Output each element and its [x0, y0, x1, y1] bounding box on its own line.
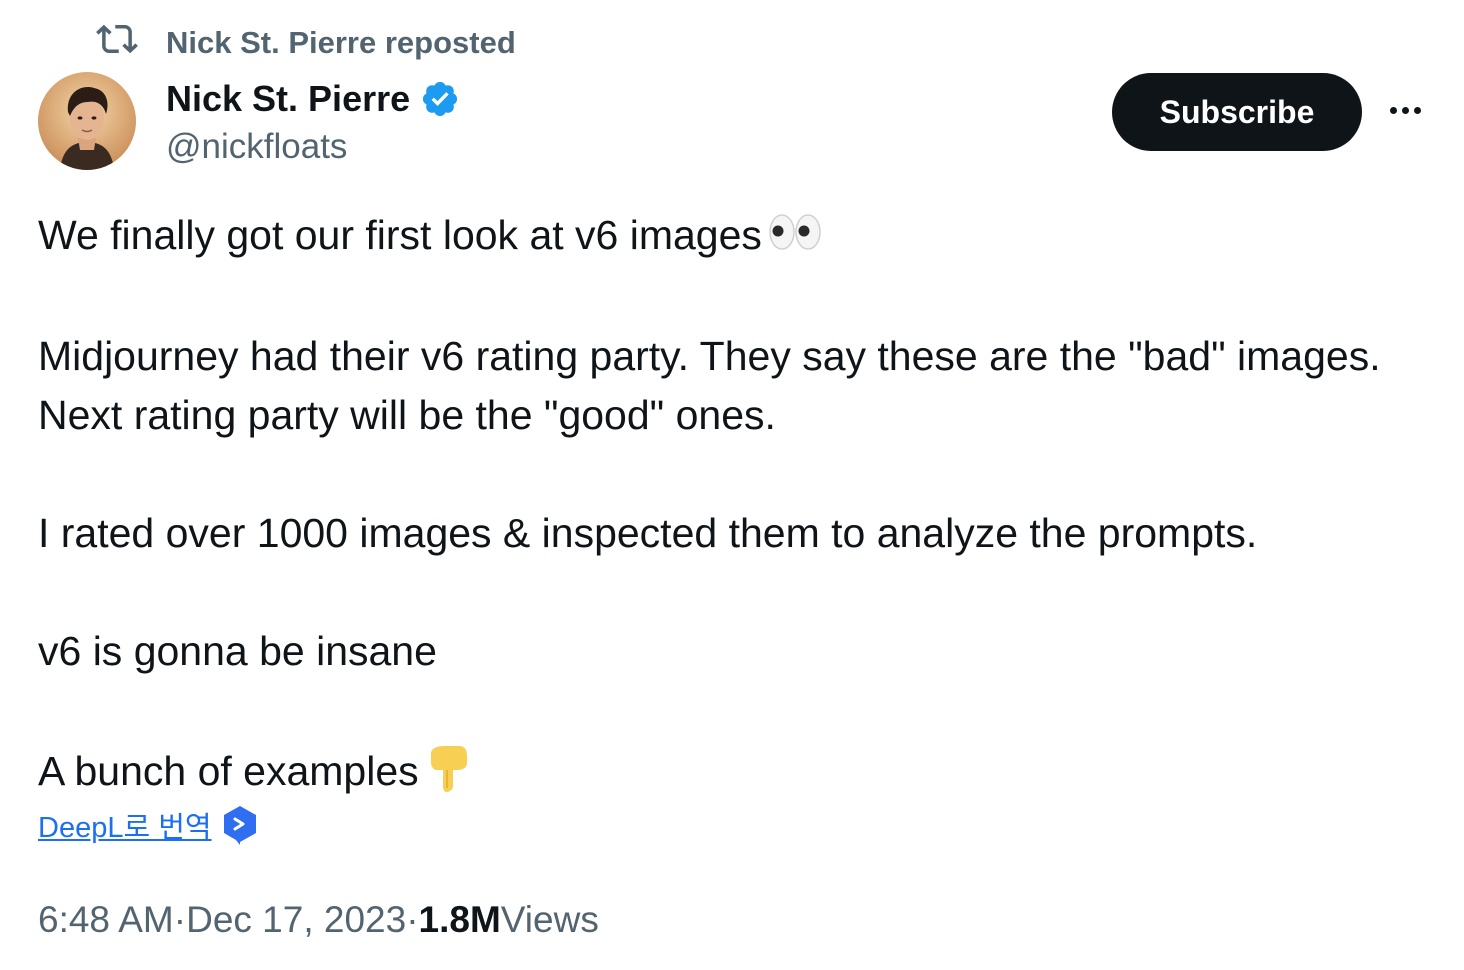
- deepl-icon[interactable]: [222, 805, 258, 845]
- meta-separator: ·: [406, 899, 419, 940]
- eyes-emoji-icon: [768, 209, 824, 268]
- repost-text[interactable]: Nick St. Pierre reposted: [166, 25, 516, 61]
- translate-row: DeepL로 번역: [38, 802, 258, 848]
- tweet-text: We finally got our first look at v6 imag…: [38, 206, 1428, 808]
- tweet-paragraph: A bunch of examples: [38, 740, 1428, 808]
- tweet-meta: 6:48 AM · Dec 17, 2023 · 1.8M Views: [38, 892, 599, 948]
- author-display-name[interactable]: Nick St. Pierre: [166, 78, 410, 120]
- author-handle[interactable]: @nickfloats: [166, 124, 347, 170]
- tweet-date[interactable]: Dec 17, 2023: [186, 899, 406, 941]
- tweet-paragraph: We finally got our first look at v6 imag…: [38, 206, 1428, 268]
- tweet-paragraph: v6 is gonna be insane: [38, 627, 437, 674]
- tweet-paragraph: I rated over 1000 images & inspected the…: [38, 509, 1258, 556]
- pointing-down-emoji-icon: [425, 740, 469, 808]
- author-name-row[interactable]: Nick St. Pierre: [166, 74, 460, 124]
- repost-header: Nick St. Pierre reposted: [96, 22, 516, 64]
- views-label: Views: [500, 899, 599, 940]
- tweet-paragraph: Midjourney had their v6 rating party. Th…: [38, 332, 1381, 438]
- repost-icon: [96, 18, 138, 68]
- avatar[interactable]: [38, 72, 136, 170]
- verified-badge-icon[interactable]: [420, 79, 460, 119]
- translate-link[interactable]: DeepL로 번역: [38, 804, 212, 846]
- meta-separator: ·: [173, 899, 187, 940]
- views-count: 1.8M: [418, 899, 501, 940]
- more-dots-icon[interactable]: [1380, 90, 1430, 130]
- subscribe-button[interactable]: Subscribe: [1112, 73, 1362, 151]
- tweet-time[interactable]: 6:48 AM: [38, 899, 174, 941]
